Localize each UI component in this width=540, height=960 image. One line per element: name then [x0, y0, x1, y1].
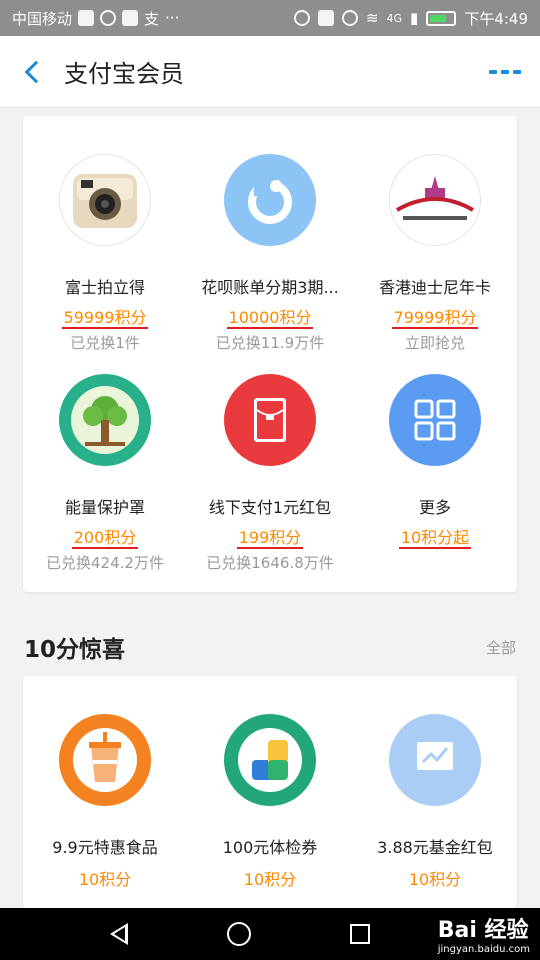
- reward-price: 10000积分: [188, 304, 352, 329]
- section-title: 10分惊喜: [24, 637, 126, 663]
- alipay-notification-label: 支: [144, 9, 160, 28]
- surprise-price: 10积分: [78, 870, 132, 889]
- reward-price: 79999积分: [353, 304, 517, 329]
- reward-status: 已兑换1件: [70, 334, 140, 352]
- eye-icon: [341, 10, 358, 26]
- app-notification-icon: [78, 10, 95, 26]
- red-envelope-icon: [224, 374, 316, 466]
- surprises-card: 9.9元特惠食品 10积分 100元体检券 10积分 3.88元基金红包 10积…: [23, 676, 517, 908]
- view-all-link[interactable]: 全部: [486, 637, 516, 658]
- surprise-name: 3.88元基金红包: [377, 838, 493, 857]
- more-dot-icon: [513, 69, 521, 74]
- reward-status: 已兑换11.9万件: [215, 334, 325, 352]
- reward-item-more[interactable]: 更多 10积分起: [353, 374, 517, 552]
- surprise-item-food[interactable]: 9.9元特惠食品 10积分: [23, 714, 187, 890]
- reward-price: 59999积分: [23, 304, 187, 329]
- grid-icon: [389, 374, 481, 466]
- hd-icon: [317, 10, 334, 26]
- nav-home-button[interactable]: [226, 922, 251, 946]
- nav-back-button[interactable]: [109, 923, 128, 945]
- back-arrow-icon: [24, 60, 48, 83]
- wallet-icon: [122, 10, 139, 26]
- sync-icon: [100, 10, 117, 26]
- reward-item-fuji[interactable]: 富士拍立得 59999积分 已兑换1件: [23, 154, 187, 353]
- reward-status: 立即抢兑: [404, 334, 465, 352]
- reward-name: 富士拍立得: [64, 278, 145, 297]
- surprise-price: 10积分: [243, 870, 297, 889]
- reward-name: 香港迪士尼年卡: [378, 278, 491, 297]
- fund-chart-icon: [389, 714, 481, 806]
- reward-status: 已兑换424.2万件: [46, 554, 164, 572]
- reward-item-shield[interactable]: 能量保护罩 200积分 已兑换424.2万件: [23, 374, 187, 573]
- more-dot-icon: [501, 69, 509, 74]
- reward-status: 已兑换1646.8万件: [206, 554, 334, 572]
- drink-cup-icon: [59, 714, 151, 806]
- status-bar: 中国移动 支 ··· ≋ 4G ▮ 下午4:49: [0, 0, 540, 36]
- reward-name: 能量保护罩: [64, 498, 145, 517]
- reward-name: 更多: [418, 498, 451, 517]
- health-check-icon: [224, 714, 316, 806]
- back-button[interactable]: [0, 36, 64, 108]
- tree-icon: [59, 374, 151, 466]
- surprise-name: 100元体检券: [222, 838, 318, 857]
- surprise-item-health[interactable]: 100元体检券 10积分: [188, 714, 352, 890]
- reward-price: 10积分起: [353, 524, 517, 549]
- carrier-label: 中国移动: [12, 9, 73, 28]
- network-label: 4G: [386, 11, 403, 25]
- watermark-brand: Bai 经验: [437, 918, 529, 943]
- rewards-card: 富士拍立得 59999积分 已兑换1件 花呗账单分期3期... 10000积分 …: [23, 116, 517, 592]
- reward-price-value: 10000积分: [226, 308, 314, 329]
- watermark-url: jingyan.baidu.com: [437, 944, 530, 955]
- nav-recent-apps-button[interactable]: [350, 924, 371, 944]
- page-title: 支付宝会员: [64, 60, 184, 88]
- reward-price: 199积分: [188, 524, 352, 549]
- reward-price-value: 79999积分: [391, 308, 479, 329]
- more-dot-icon: [489, 69, 497, 74]
- baidu-jingyan-watermark: Bai 经验 jingyan.baidu.com: [438, 912, 530, 955]
- surprise-name: 9.9元特惠食品: [52, 838, 158, 857]
- reward-price-value: 59999积分: [61, 308, 149, 329]
- alarm-icon: [293, 10, 310, 26]
- reward-item-disney[interactable]: 香港迪士尼年卡 79999积分 立即抢兑: [353, 154, 517, 353]
- battery-icon: [426, 10, 457, 26]
- more-menu-button[interactable]: [470, 36, 540, 108]
- more-notifications-dots: ···: [165, 9, 180, 27]
- reward-item-huabei[interactable]: 花呗账单分期3期... 10000积分 已兑换11.9万件: [188, 154, 352, 353]
- clock-label: 下午4:49: [464, 9, 528, 28]
- reward-price: 200积分: [23, 524, 187, 549]
- app-header: 支付宝会员: [0, 36, 540, 108]
- reward-price-value: 10积分起: [398, 528, 472, 549]
- wifi-icon: ≋: [365, 9, 379, 27]
- instax-camera-icon: [59, 154, 151, 246]
- surprise-item-fund[interactable]: 3.88元基金红包 10积分: [353, 714, 517, 890]
- reward-price-value: 200积分: [71, 528, 139, 549]
- signal-icon: ▮: [410, 9, 419, 27]
- huabei-icon: [224, 154, 316, 246]
- reward-name: 花呗账单分期3期...: [201, 278, 339, 297]
- disneyland-logo-icon: [389, 154, 481, 246]
- reward-price-value: 199积分: [236, 528, 304, 549]
- reward-name: 线下支付1元红包: [208, 498, 332, 517]
- surprise-price: 10积分: [408, 870, 462, 889]
- reward-item-redpacket[interactable]: 线下支付1元红包 199积分 已兑换1646.8万件: [188, 374, 352, 573]
